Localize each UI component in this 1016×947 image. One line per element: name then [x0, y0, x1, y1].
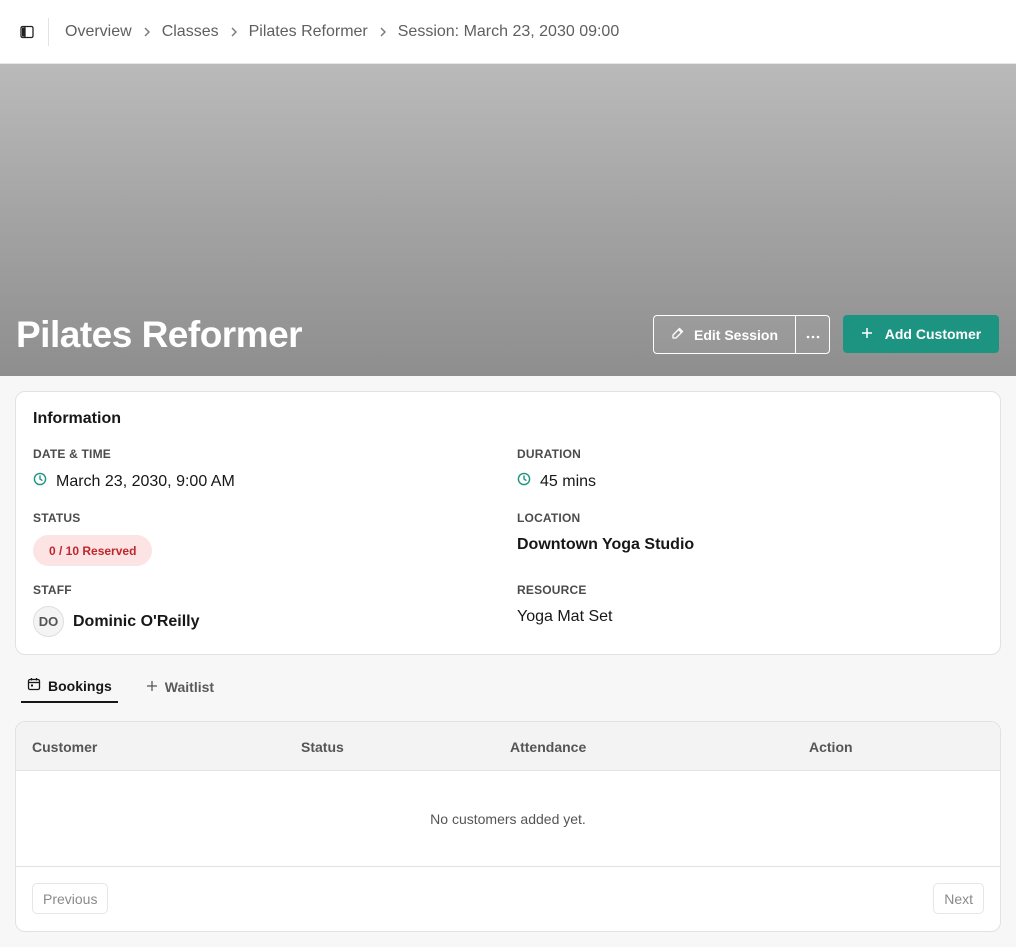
calendar-icon — [27, 677, 41, 694]
chevron-right-icon — [379, 27, 387, 37]
information-card: Information DATE & TIME March 23, 2030, … — [15, 391, 1001, 655]
edit-session-button[interactable]: Edit Session — [654, 316, 796, 353]
breadcrumb-class[interactable]: Pilates Reformer — [249, 23, 368, 41]
location-value: Downtown Yoga Studio — [517, 536, 695, 553]
breadcrumb: Overview Classes Pilates Reformer Sessio… — [65, 23, 619, 41]
add-customer-button[interactable]: Add Customer — [843, 315, 999, 353]
duration-value: 45 mins — [517, 472, 596, 491]
empty-state-message: No customers added yet. — [430, 811, 586, 827]
date-time-value: March 23, 2030, 9:00 AM — [33, 472, 235, 491]
clock-icon — [517, 472, 531, 491]
status-badge: 0 / 10 Reserved — [33, 535, 153, 566]
divider — [48, 17, 49, 46]
plus-icon — [861, 326, 873, 342]
breadcrumb-overview[interactable]: Overview — [65, 23, 132, 41]
next-button[interactable]: Next — [933, 883, 984, 914]
resource-label: RESOURCE — [517, 583, 587, 597]
table-pagination: Previous Next — [16, 866, 1000, 931]
more-options-button[interactable] — [796, 316, 829, 353]
previous-button[interactable]: Previous — [32, 883, 109, 914]
plus-icon — [146, 679, 158, 695]
top-bar: Overview Classes Pilates Reformer Sessio… — [0, 0, 1016, 64]
tab-waitlist-label: Waitlist — [164, 678, 215, 695]
breadcrumb-classes[interactable]: Classes — [162, 23, 219, 41]
tab-bookings-label: Bookings — [48, 677, 112, 694]
add-customer-label: Add Customer — [884, 326, 982, 342]
duration-label: DURATION — [517, 447, 582, 461]
hero-banner: Pilates Reformer Edit Session Add Custom… — [0, 64, 1016, 376]
location-label: LOCATION — [517, 511, 581, 525]
chevron-right-icon — [143, 27, 151, 37]
column-action: Action — [809, 739, 853, 755]
status-label: STATUS — [33, 511, 81, 525]
chevron-right-icon — [230, 27, 238, 37]
information-title: Information — [33, 410, 121, 427]
tab-waitlist[interactable]: Waitlist — [140, 670, 220, 703]
duration-text: 45 mins — [540, 472, 597, 490]
column-status: Status — [301, 739, 344, 755]
avatar: DO — [33, 606, 64, 637]
staff-value: DO Dominic O'Reilly — [33, 606, 200, 637]
tab-bookings[interactable]: Bookings — [21, 670, 118, 703]
staff-label: STAFF — [33, 583, 72, 597]
resource-value: Yoga Mat Set — [517, 608, 613, 625]
bookings-table: Customer Status Attendance Action No cus… — [15, 721, 1001, 932]
breadcrumb-session: Session: March 23, 2030 09:00 — [397, 22, 620, 40]
more-horizontal-icon — [806, 326, 820, 344]
page-title: Pilates Reformer — [16, 314, 303, 355]
edit-button-group: Edit Session — [653, 315, 830, 354]
edit-session-label: Edit Session — [693, 326, 779, 343]
staff-name: Dominic O'Reilly — [73, 612, 200, 630]
tabs: Bookings Waitlist — [21, 670, 220, 704]
sidebar-toggle-icon[interactable] — [19, 24, 35, 40]
date-time-label: DATE & TIME — [33, 447, 111, 461]
clock-icon — [33, 472, 47, 491]
table-header: Customer Status Attendance Action — [16, 722, 1000, 771]
column-customer: Customer — [32, 739, 98, 755]
edit-icon — [671, 326, 685, 343]
date-time-text: March 23, 2030, 9:00 AM — [56, 472, 235, 490]
column-attendance: Attendance — [510, 739, 587, 755]
